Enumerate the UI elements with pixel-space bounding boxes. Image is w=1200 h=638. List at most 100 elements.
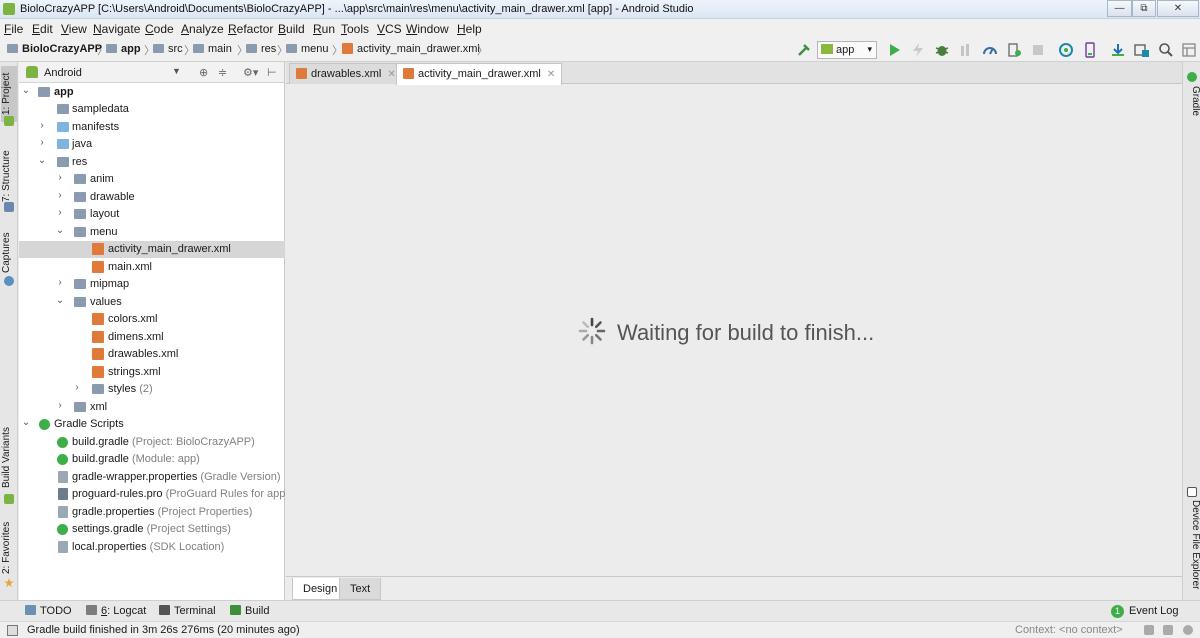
- chevron-down-icon[interactable]: ⌄: [21, 85, 31, 96]
- chevron-right-icon[interactable]: ›: [55, 190, 65, 201]
- chevron-down-icon[interactable]: ⌄: [55, 225, 65, 236]
- tool-tab-project[interactable]: 1: Project: [1, 66, 17, 122]
- tree-item-xml[interactable]: › xml: [19, 399, 285, 416]
- event-log-tool-button[interactable]: 1 Event Log: [1111, 605, 1179, 618]
- sync-gradle-icon[interactable]: [1058, 42, 1074, 58]
- menu-build[interactable]: Build: [278, 22, 305, 36]
- close-icon[interactable]: ✕: [387, 69, 395, 80]
- menu-code[interactable]: Code: [145, 22, 174, 36]
- tree-item-build-gradle-project[interactable]: build.gradle (Project: BioloCrazyAPP): [19, 434, 285, 451]
- close-button[interactable]: ✕: [1157, 0, 1199, 17]
- tab-drawables-xml[interactable]: drawables.xml ✕: [289, 63, 403, 84]
- menu-help[interactable]: Help: [457, 22, 482, 36]
- tree-item-strings-xml[interactable]: strings.xml: [19, 364, 285, 381]
- chevron-down-icon[interactable]: ⌄: [37, 155, 47, 166]
- project-structure-icon[interactable]: [1134, 42, 1150, 58]
- tree-item-colors-xml[interactable]: colors.xml: [19, 311, 285, 328]
- layout-design-canvas[interactable]: Waiting for build to finish...: [286, 85, 1182, 577]
- chevron-right-icon[interactable]: ›: [37, 120, 47, 131]
- breadcrumb-menu[interactable]: menu: [286, 43, 329, 55]
- menu-run[interactable]: Run: [313, 22, 335, 36]
- tree-item-mipmap[interactable]: › mipmap: [19, 276, 285, 293]
- inspector-icon[interactable]: [1163, 625, 1173, 635]
- tree-item-gradle-wrapper[interactable]: gradle-wrapper.properties (Gradle Versio…: [19, 469, 285, 486]
- chevron-right-icon[interactable]: ›: [72, 382, 82, 393]
- chevron-right-icon[interactable]: ›: [37, 137, 47, 148]
- make-project-icon[interactable]: [796, 42, 812, 58]
- gear-icon[interactable]: ⚙▾: [243, 66, 258, 79]
- minimize-button[interactable]: —: [1107, 0, 1132, 17]
- hide-panel-icon[interactable]: ⊢: [267, 66, 277, 79]
- menu-analyze[interactable]: Analyze: [181, 22, 224, 36]
- tree-item-activity-main-drawer[interactable]: activity_main_drawer.xml: [19, 241, 285, 258]
- chevron-down-icon[interactable]: ▼: [172, 66, 181, 76]
- tree-item-drawables-xml[interactable]: drawables.xml: [19, 346, 285, 363]
- tree-item-java[interactable]: › java: [19, 136, 285, 153]
- tree-item-sampledata[interactable]: sampledata: [19, 101, 285, 118]
- tab-activity-main-drawer-xml[interactable]: activity_main_drawer.xml ✕: [396, 63, 563, 85]
- tree-item-values[interactable]: ⌄ values: [19, 294, 285, 311]
- lock-icon[interactable]: [1144, 625, 1154, 635]
- tree-item-menu[interactable]: ⌄ menu: [19, 224, 285, 241]
- search-icon[interactable]: [1158, 42, 1174, 58]
- attach-debugger-icon[interactable]: [1006, 42, 1022, 58]
- tool-tab-captures[interactable]: Captures: [1, 228, 17, 278]
- toggle-tool-windows-icon[interactable]: [7, 625, 18, 636]
- tree-item-manifests[interactable]: › manifests: [19, 119, 285, 136]
- chevron-right-icon[interactable]: ›: [55, 400, 65, 411]
- breadcrumb-main[interactable]: main: [193, 43, 232, 55]
- menu-window[interactable]: Window: [406, 22, 449, 36]
- collapse-all-icon[interactable]: ≑: [218, 66, 227, 79]
- tree-item-drawable[interactable]: › drawable: [19, 189, 285, 206]
- terminal-tool-button[interactable]: Terminal: [159, 605, 216, 617]
- tree-item-app[interactable]: ⌄ app: [19, 84, 285, 101]
- chevron-right-icon[interactable]: ›: [55, 207, 65, 218]
- tool-tab-build-variants[interactable]: Build Variants: [1, 422, 17, 494]
- menu-navigate[interactable]: Navigate: [93, 22, 140, 36]
- logcat-tool-button[interactable]: 6: Logcat: [86, 605, 146, 617]
- sdk-manager-icon[interactable]: [1110, 42, 1126, 58]
- tree-item-gradle-properties[interactable]: gradle.properties (Project Properties): [19, 504, 285, 521]
- breadcrumb-file[interactable]: activity_main_drawer.xml: [342, 43, 480, 55]
- tree-item-main-xml[interactable]: main.xml: [19, 259, 285, 276]
- breadcrumb-src[interactable]: src: [153, 43, 183, 55]
- breadcrumb-project[interactable]: BioloCrazyAPP: [7, 43, 102, 55]
- layout-inspector-icon[interactable]: [1181, 42, 1197, 58]
- project-view-select[interactable]: Android: [44, 67, 82, 79]
- tool-tab-favorites[interactable]: 2: Favorites: [1, 520, 17, 576]
- menu-tools[interactable]: Tools: [341, 22, 369, 36]
- tool-tab-gradle[interactable]: Gradle: [1185, 86, 1200, 126]
- menu-edit[interactable]: Edit: [32, 22, 53, 36]
- memory-indicator-icon[interactable]: [1183, 625, 1193, 635]
- chevron-down-icon[interactable]: ⌄: [55, 295, 65, 306]
- status-message[interactable]: Gradle build finished in 3m 26s 276ms (2…: [27, 624, 300, 636]
- todo-tool-button[interactable]: TODO: [25, 605, 72, 617]
- tree-item-styles[interactable]: › styles (2): [19, 381, 285, 398]
- debug-icon[interactable]: [934, 42, 950, 58]
- breadcrumb-app[interactable]: app: [106, 43, 141, 55]
- coverage-icon[interactable]: [958, 42, 974, 58]
- tree-item-proguard-rules[interactable]: proguard-rules.pro (ProGuard Rules for a…: [19, 486, 289, 503]
- run-icon[interactable]: [886, 42, 902, 58]
- chevron-right-icon[interactable]: ›: [55, 277, 65, 288]
- menu-refactor[interactable]: Refactor: [228, 22, 273, 36]
- menu-file[interactable]: File: [4, 22, 23, 36]
- avd-manager-icon[interactable]: [1082, 42, 1098, 58]
- close-icon[interactable]: ✕: [547, 69, 555, 80]
- tree-item-gradle-scripts[interactable]: ⌄ Gradle Scripts: [19, 416, 285, 433]
- menu-vcs[interactable]: VCS: [377, 22, 402, 36]
- run-configuration-select[interactable]: app ▾: [817, 41, 877, 59]
- profile-icon[interactable]: [982, 42, 998, 58]
- tool-tab-structure[interactable]: 7: Structure: [1, 146, 17, 206]
- chevron-down-icon[interactable]: ⌄: [21, 417, 31, 428]
- scroll-from-source-icon[interactable]: ⊕: [199, 66, 208, 79]
- stop-icon[interactable]: [1030, 42, 1046, 58]
- chevron-right-icon[interactable]: ›: [55, 172, 65, 183]
- tree-item-build-gradle-module[interactable]: build.gradle (Module: app): [19, 451, 285, 468]
- tab-text[interactable]: Text: [339, 578, 382, 600]
- tree-item-settings-gradle[interactable]: settings.gradle (Project Settings): [19, 521, 285, 538]
- apply-changes-icon[interactable]: [910, 42, 926, 58]
- tree-item-res[interactable]: ⌄ res: [19, 154, 285, 171]
- tree-item-anim[interactable]: › anim: [19, 171, 285, 188]
- tree-item-layout[interactable]: › layout: [19, 206, 285, 223]
